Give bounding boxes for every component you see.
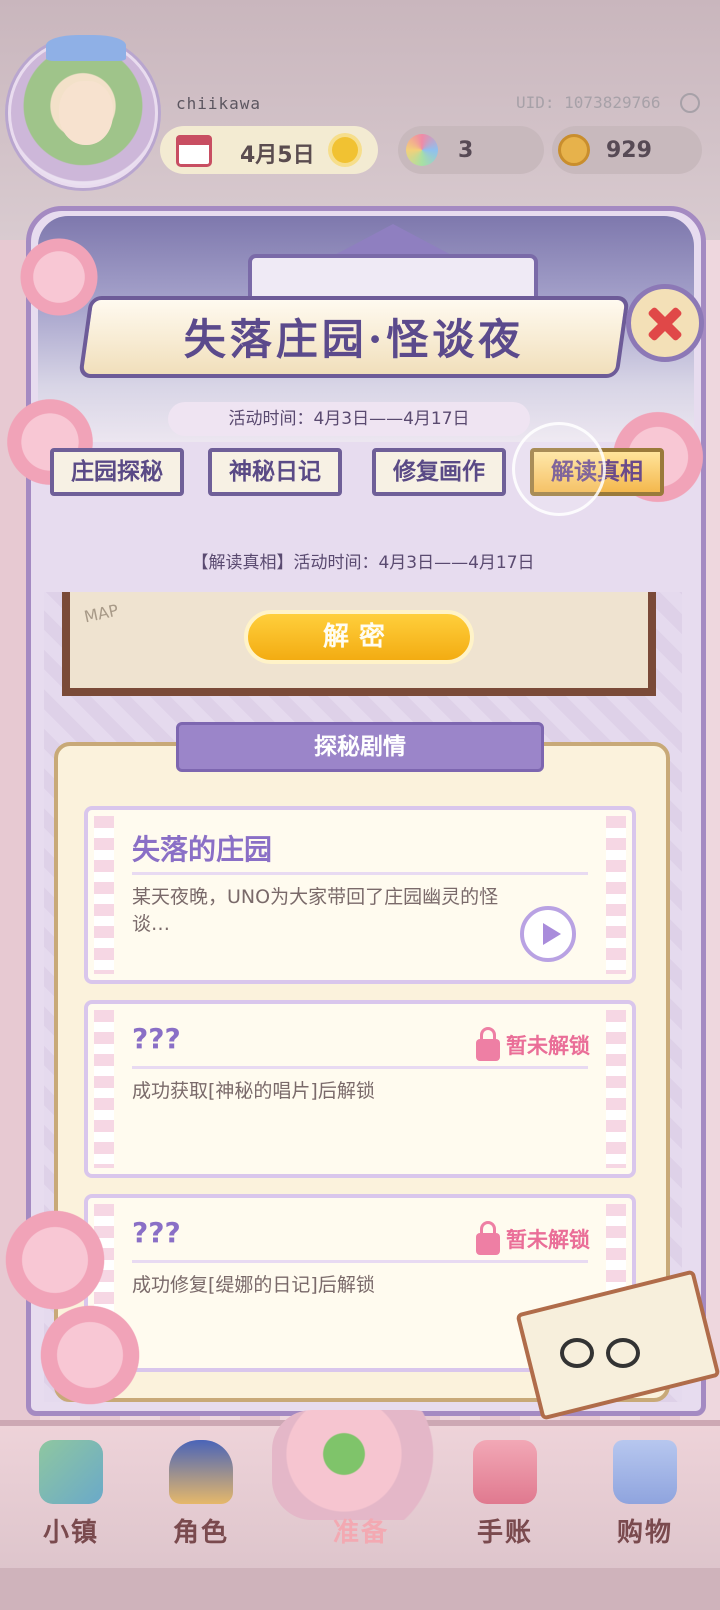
story-card[interactable]: 失落的庄园 某天夜晚，UNO为大家带回了庄园幽灵的怪谈… <box>84 806 636 984</box>
rainbow-flower-icon <box>406 134 438 166</box>
player-avatar[interactable] <box>8 35 158 188</box>
lock-label: 暂未解锁 <box>506 1228 590 1252</box>
nav-town[interactable]: 小镇 <box>16 1440 126 1549</box>
avatar-face <box>59 81 113 145</box>
date-text: 4月5日 <box>240 143 315 168</box>
copy-uid-icon[interactable] <box>680 93 700 113</box>
card-divider <box>132 1066 588 1069</box>
story-card-title: 失落的庄园 <box>132 833 273 866</box>
nav-prepare-label: 准备 <box>332 1518 389 1548</box>
coin-currency[interactable]: 929 <box>552 126 702 174</box>
flower-count: 3 <box>458 138 474 163</box>
card-divider <box>132 1260 588 1263</box>
tab-mystery-diary[interactable]: 神秘日记 <box>208 448 342 496</box>
story-card-title: ??? <box>132 1022 181 1055</box>
uid-text: UID: 1073829766 <box>516 93 661 112</box>
tab-manor-explore[interactable]: 庄园探秘 <box>50 448 184 496</box>
story-card-desc: 某天夜晚，UNO为大家带回了庄园幽灵的怪谈… <box>132 886 499 935</box>
decrypt-button[interactable]: 解密 <box>244 610 474 664</box>
map-icon <box>39 1440 103 1504</box>
coin-count: 929 <box>606 138 652 163</box>
prepare-icon <box>329 1440 393 1504</box>
nav-shopping[interactable]: 购物 <box>590 1440 700 1549</box>
nav-town-label: 小镇 <box>42 1518 99 1548</box>
story-card: ??? 暂未解锁 成功获取[神秘的唱片]后解锁 <box>84 1000 636 1178</box>
tab-restore-painting[interactable]: 修复画作 <box>372 448 506 496</box>
lock-label: 暂未解锁 <box>506 1034 590 1058</box>
username: chiikawa <box>176 94 262 113</box>
lock-status: 暂未解锁 <box>476 1221 590 1256</box>
story-card-title: ??? <box>132 1216 181 1249</box>
story-section-title: 探秘剧情 <box>176 722 544 772</box>
calendar-icon <box>176 135 212 167</box>
close-button[interactable] <box>626 284 704 362</box>
flower-decoration-icon <box>14 232 104 322</box>
lock-status: 暂未解锁 <box>476 1027 590 1062</box>
flower-currency[interactable]: 3 <box>398 126 544 174</box>
tap-indicator <box>512 422 606 516</box>
bottom-strip <box>0 1568 720 1610</box>
lock-icon <box>476 1027 500 1061</box>
event-time: 活动时间：4月3日——4月17日 <box>168 402 530 436</box>
event-title: 失落庄园·怪谈夜 <box>183 315 525 364</box>
lock-icon <box>476 1221 500 1255</box>
shopping-bag-icon <box>613 1440 677 1504</box>
subsection-time: 【解读真相】活动时间：4月3日——4月17日 <box>191 553 535 573</box>
glasses-icon <box>560 1338 650 1368</box>
character-icon <box>169 1440 233 1504</box>
story-card-desc: 成功获取[神秘的唱片]后解锁 <box>132 1080 375 1102</box>
nav-journal[interactable]: 手账 <box>450 1440 560 1549</box>
flower-decoration-icon <box>30 1300 150 1410</box>
date-display: 4月5日 <box>160 126 378 174</box>
nav-character[interactable]: 角色 <box>146 1440 256 1549</box>
card-divider <box>132 872 588 875</box>
journal-icon <box>473 1440 537 1504</box>
nav-shopping-label: 购物 <box>616 1518 673 1548</box>
nav-character-label: 角色 <box>172 1518 229 1548</box>
play-icon[interactable] <box>520 906 576 962</box>
sun-icon <box>332 137 358 163</box>
nav-prepare[interactable]: 准备 <box>306 1440 416 1549</box>
story-card-desc: 成功修复[缇娜的日记]后解锁 <box>132 1274 375 1296</box>
flower-crown-icon <box>46 35 126 61</box>
coin-icon <box>558 134 590 166</box>
nav-journal-label: 手账 <box>476 1518 533 1548</box>
